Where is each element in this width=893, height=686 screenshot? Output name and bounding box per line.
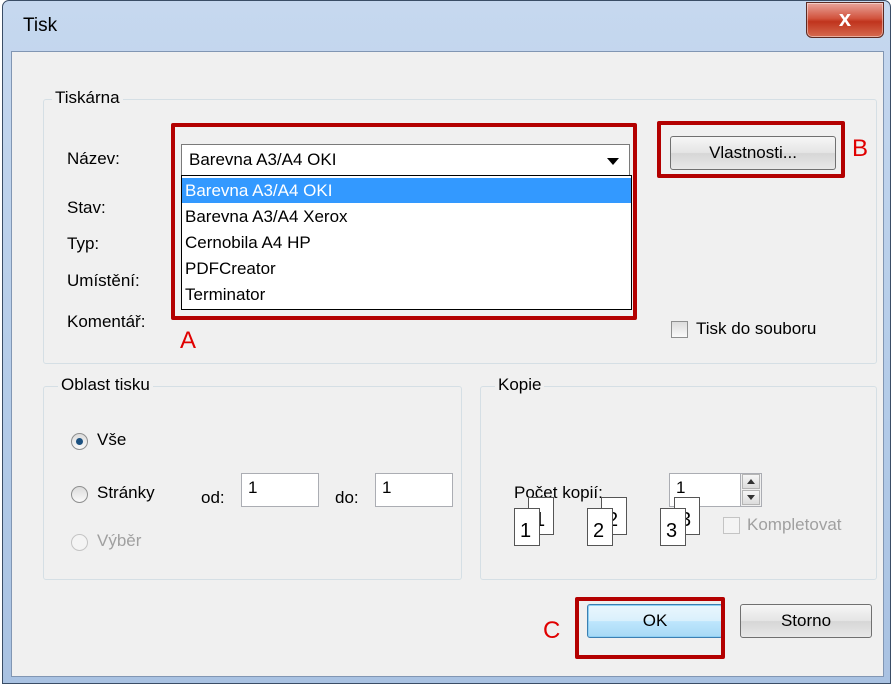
arrow-down-icon	[747, 495, 755, 500]
annotation-box-c	[575, 597, 725, 659]
close-icon: x	[838, 6, 852, 31]
collate-label[interactable]: Kompletovat	[747, 515, 842, 535]
annotation-label-a: A	[180, 327, 197, 354]
page-icon: 2	[587, 508, 613, 546]
print-to-file-checkbox[interactable]	[671, 321, 688, 338]
to-label: do:	[335, 488, 359, 507]
printer-type-label: Typ:	[67, 234, 100, 253]
pages-radio[interactable]	[71, 486, 88, 503]
all-pages-radio[interactable]	[71, 433, 88, 450]
pages-label[interactable]: Stránky	[97, 483, 155, 503]
copies-label: Kopie	[495, 375, 545, 395]
annotation-box-a	[171, 123, 637, 320]
selection-label[interactable]: Výběr	[97, 531, 141, 551]
all-pages-label[interactable]: Vše	[97, 430, 126, 450]
to-input[interactable]: 1	[375, 473, 453, 507]
selection-radio[interactable]	[71, 534, 88, 551]
printer-status-label: Stav:	[67, 198, 106, 217]
spin-up-button[interactable]	[742, 474, 760, 489]
annotation-label-b: B	[852, 135, 869, 162]
arrow-up-icon	[747, 479, 755, 484]
collate-checkbox[interactable]	[723, 517, 740, 534]
dialog-title: Tisk	[23, 15, 58, 36]
printer-location-label: Umístění:	[67, 271, 140, 290]
printer-name-label: Název:	[67, 149, 120, 168]
printer-group-label: Tiskárna	[52, 88, 123, 108]
cancel-button[interactable]: Storno	[740, 604, 872, 638]
close-button[interactable]: x	[806, 2, 884, 38]
from-input[interactable]: 1	[241, 473, 319, 507]
print-dialog: Tisk x Tiskárna Název: Stav: Typ: Umístě…	[2, 0, 891, 684]
page-icon: 1	[514, 508, 540, 546]
annotation-box-b	[657, 121, 845, 178]
printer-comment-label: Komentář:	[67, 312, 146, 331]
copy-count-spinner[interactable]	[740, 473, 762, 507]
print-range-label: Oblast tisku	[58, 375, 153, 395]
from-label: od:	[201, 488, 225, 507]
page-icon: 3	[660, 508, 686, 546]
annotation-label-c: C	[543, 617, 561, 644]
print-to-file-label[interactable]: Tisk do souboru	[696, 319, 816, 339]
spin-down-button[interactable]	[742, 490, 760, 505]
